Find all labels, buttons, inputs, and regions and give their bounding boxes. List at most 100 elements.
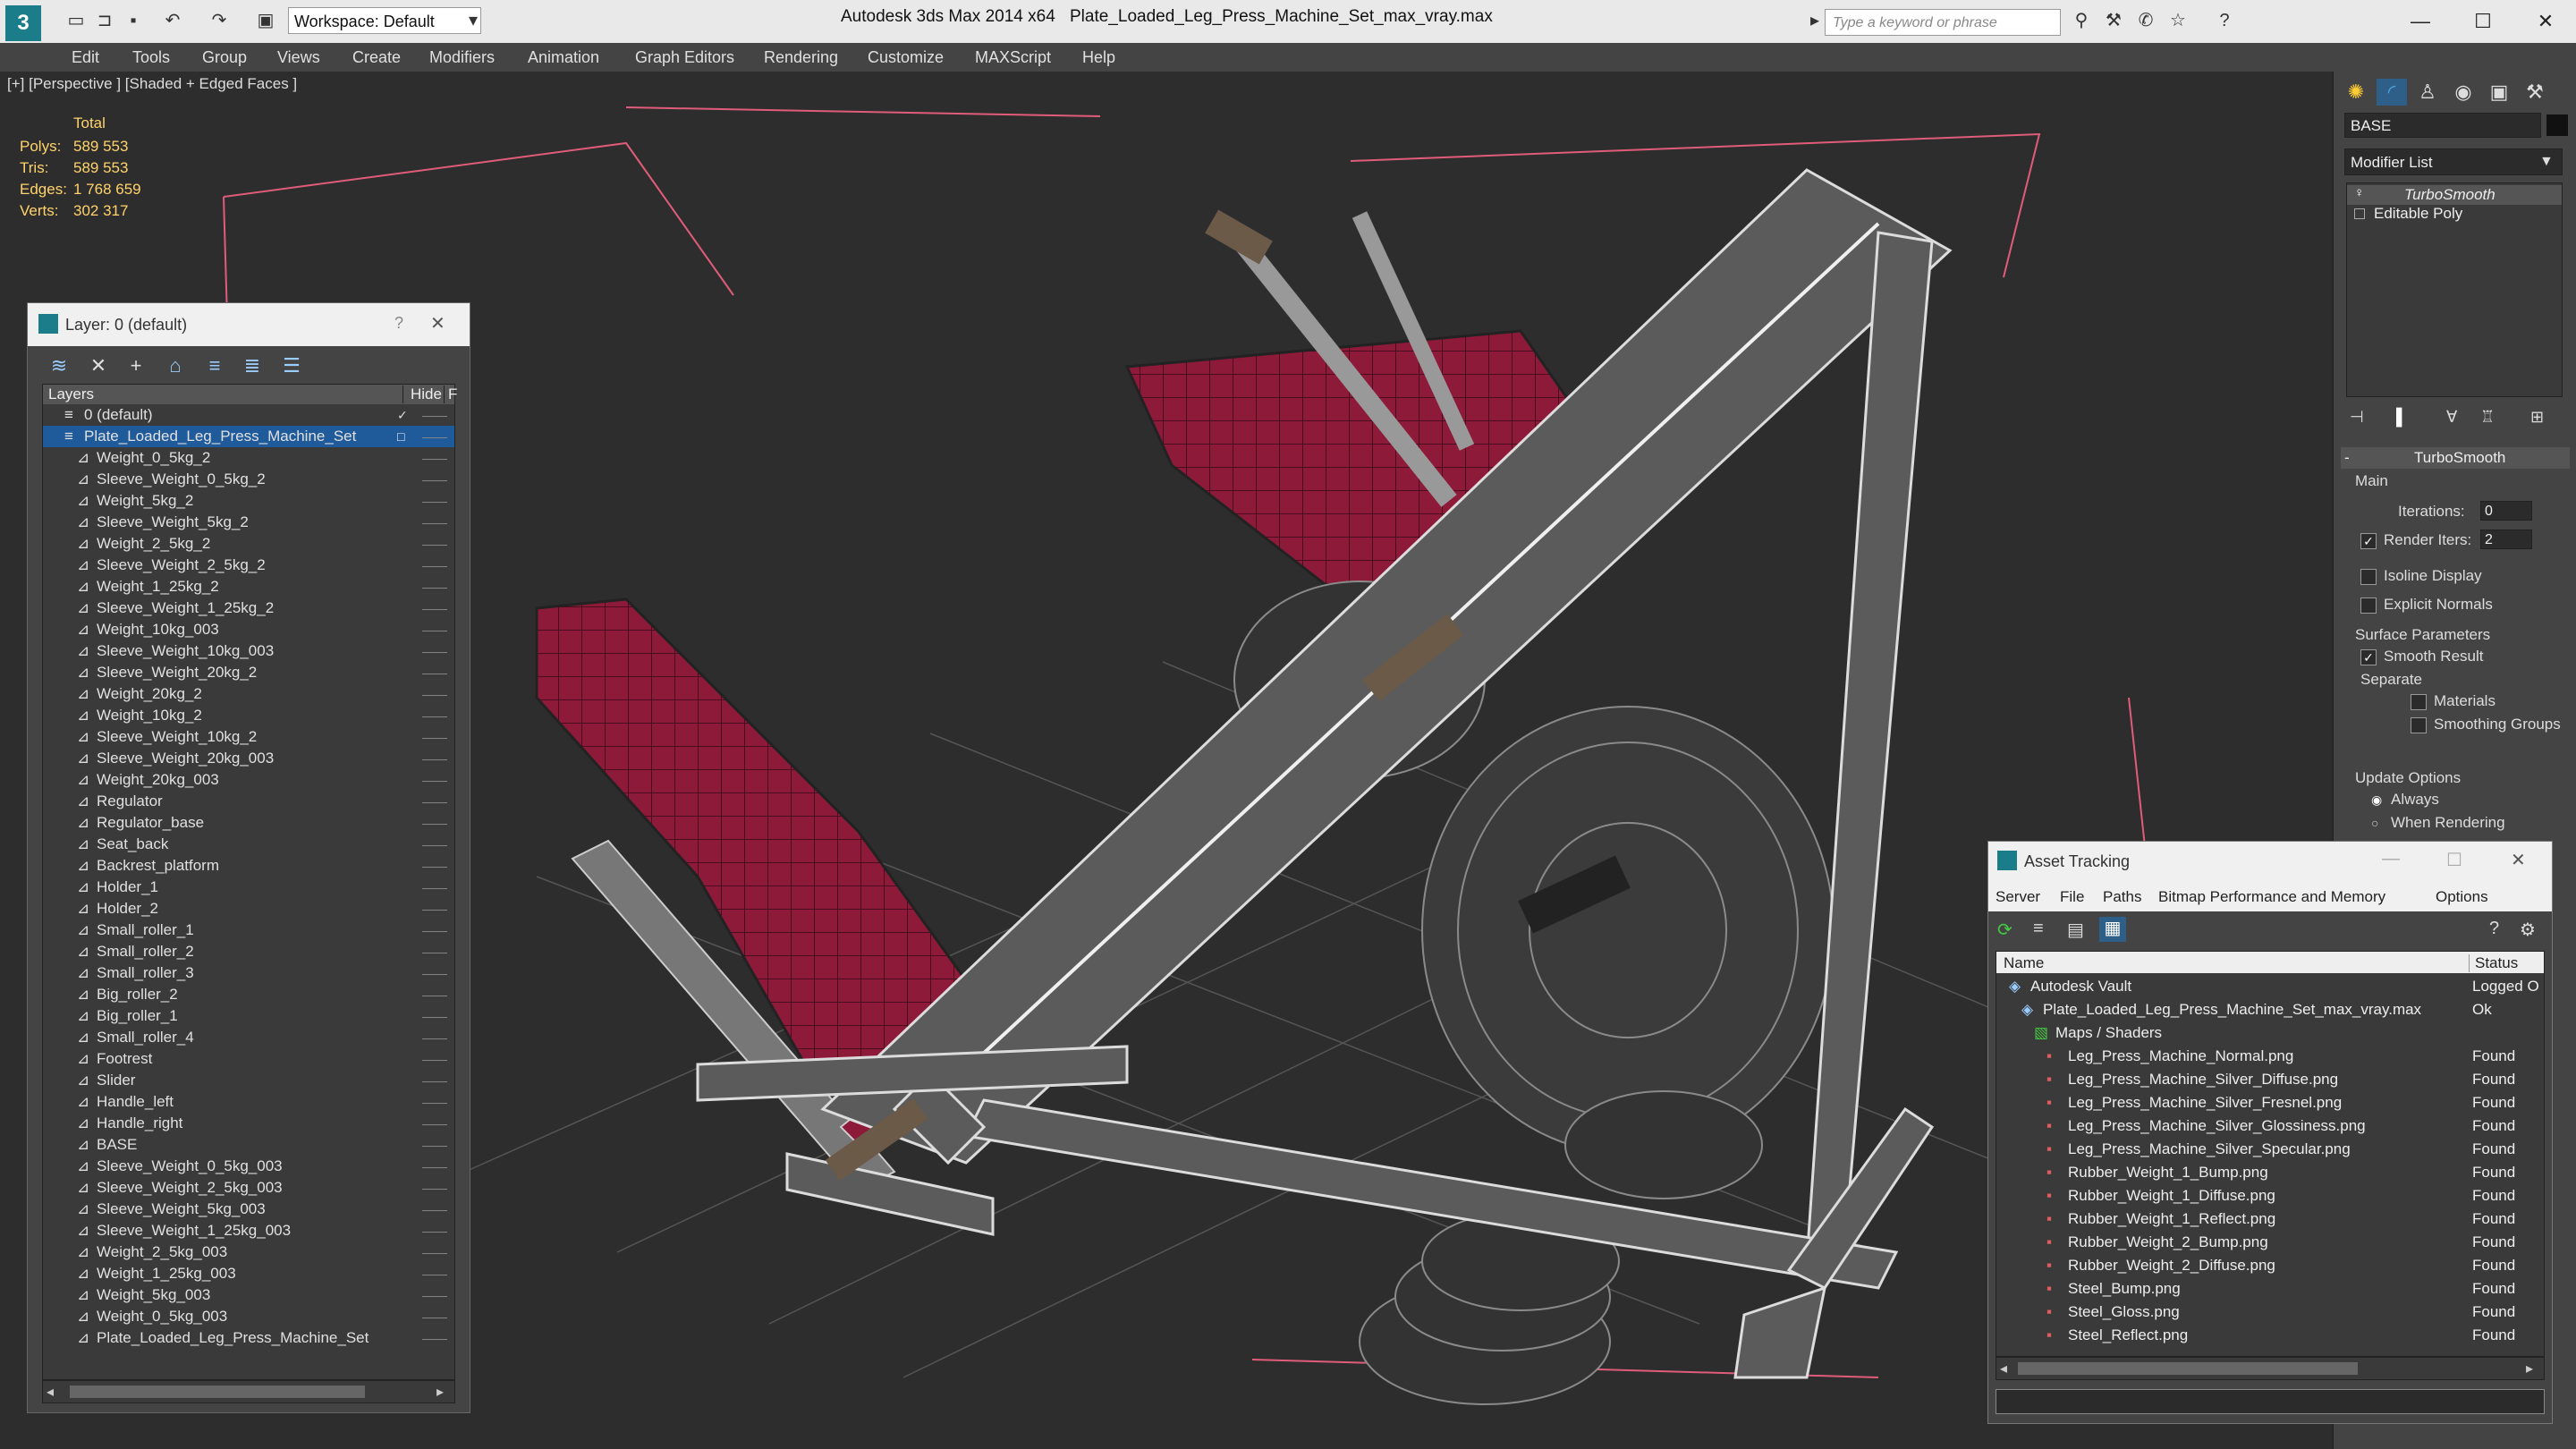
new-file-icon[interactable]: ▭ xyxy=(64,9,88,32)
maximize-icon[interactable]: ☐ xyxy=(2456,4,2510,39)
layer-object-row[interactable]: ⊿ Sleeve_Weight_10kg_003 —— xyxy=(43,640,454,662)
search-expand-icon[interactable]: ▸ xyxy=(1803,9,1826,32)
layer-object-row[interactable]: ⊿ Small_roller_3 —— xyxy=(43,962,454,984)
hide-toggle[interactable]: —— xyxy=(422,816,447,830)
scroll-thumb[interactable] xyxy=(70,1385,365,1398)
create-tab-icon[interactable]: ✺ xyxy=(2341,79,2371,106)
hide-toggle[interactable]: —— xyxy=(422,1202,447,1216)
hide-toggle[interactable]: —— xyxy=(422,773,447,787)
hide-toggle[interactable]: —— xyxy=(422,515,447,530)
hide-toggle[interactable]: —— xyxy=(422,859,447,873)
minimize-icon[interactable]: — xyxy=(2394,4,2447,39)
hide-toggle[interactable]: —— xyxy=(422,1309,447,1324)
asset-menu-file[interactable]: File xyxy=(2060,888,2084,906)
hide-toggle[interactable]: —— xyxy=(422,837,447,852)
asset-row[interactable]: ◈ Plate_Loaded_Leg_Press_Machine_Set_max_… xyxy=(1996,998,2544,1021)
minimize-icon[interactable]: — xyxy=(2382,849,2400,869)
menu-modifiers[interactable]: Modifiers xyxy=(429,43,495,72)
layer-object-row[interactable]: ⊿ Weight_10kg_003 —— xyxy=(43,619,454,640)
hide-toggle[interactable]: —— xyxy=(422,1288,447,1302)
asset-horizontal-scrollbar[interactable]: ◂ ▸ xyxy=(1996,1357,2545,1380)
project-folder-icon[interactable]: ▣ xyxy=(254,9,277,32)
pin-stack-icon[interactable]: ⊣ xyxy=(2350,408,2364,427)
make-unique-icon[interactable]: ∀ xyxy=(2446,408,2457,427)
freeze-column-header[interactable]: F xyxy=(444,386,457,403)
layer-object-row[interactable]: ⊿ Weight_1_25kg_2 —— xyxy=(43,576,454,597)
layer-object-row[interactable]: ⊿ Sleeve_Weight_5kg_2 —— xyxy=(43,512,454,533)
asset-row[interactable]: ▪ Rubber_Weight_2_Bump.png Found xyxy=(1996,1231,2544,1254)
layer-object-row[interactable]: ⊿ Small_roller_4 —— xyxy=(43,1027,454,1048)
app-logo-icon[interactable]: 3 xyxy=(5,5,41,41)
asset-row[interactable]: ▪ Leg_Press_Machine_Silver_Fresnel.png Fou… xyxy=(1996,1091,2544,1114)
iterations-spinner[interactable]: 0 xyxy=(2480,501,2532,521)
subscription-icon[interactable]: ⚒ xyxy=(2102,9,2125,32)
when-rendering-radio[interactable]: ○ xyxy=(2371,816,2378,830)
render-iters-spinner[interactable]: 2 xyxy=(2480,530,2532,549)
asset-row[interactable]: ▪ Rubber_Weight_1_Bump.png Found xyxy=(1996,1161,2544,1184)
layer-object-row[interactable]: ⊿ Slider —— xyxy=(43,1070,454,1091)
layer-object-row[interactable]: ⊿ Big_roller_2 —— xyxy=(43,984,454,1005)
remove-modifier-icon[interactable]: ♖ xyxy=(2480,408,2495,427)
layer-object-row[interactable]: ⊿ Weight_0_5kg_2 —— xyxy=(43,447,454,469)
hide-toggle[interactable]: —— xyxy=(422,730,447,744)
layer-object-row[interactable]: ⊿ Small_roller_2 —— xyxy=(43,941,454,962)
menu-create[interactable]: Create xyxy=(352,43,401,72)
hide-toggle[interactable]: —— xyxy=(422,1009,447,1023)
communication-icon[interactable]: ✆ xyxy=(2134,9,2157,32)
asset-menu-options[interactable]: Options xyxy=(2436,888,2488,906)
asset-menu-server[interactable]: Server xyxy=(1996,888,2040,906)
layer-object-row[interactable]: ⊿ Plate_Loaded_Leg_Press_Machine_Set —— xyxy=(43,1327,454,1349)
hide-toggle[interactable]: —— xyxy=(422,472,447,487)
layer-object-row[interactable]: ⊿ Sleeve_Weight_2_5kg_2 —— xyxy=(43,555,454,576)
hide-toggle[interactable]: —— xyxy=(422,644,447,658)
hide-toggle[interactable]: —— xyxy=(422,1245,447,1259)
layer-object-row[interactable]: ⊿ Weight_2_5kg_003 —— xyxy=(43,1241,454,1263)
collapse-icon[interactable]: - xyxy=(2344,449,2350,467)
expand-icon[interactable] xyxy=(2354,208,2365,219)
undo-icon[interactable]: ↶ xyxy=(161,9,184,32)
chevron-down-icon[interactable]: ▼ xyxy=(2539,154,2554,170)
layer-panel-titlebar[interactable]: Layer: 0 (default) ? ✕ xyxy=(28,303,470,346)
layer-object-row[interactable]: ⊿ Sleeve_Weight_20kg_003 —— xyxy=(43,748,454,769)
list-view-icon[interactable]: ≡ xyxy=(2033,919,2044,939)
asset-row[interactable]: ▪ Leg_Press_Machine_Normal.png Found xyxy=(1996,1045,2544,1068)
smoothing-groups-checkbox[interactable] xyxy=(2411,717,2427,733)
hide-toggle[interactable]: —— xyxy=(422,1116,447,1131)
layer-horizontal-scrollbar[interactable]: ◂ ▸ xyxy=(42,1380,455,1403)
save-file-icon[interactable]: ▪ xyxy=(122,9,145,32)
hide-toggle[interactable]: —— xyxy=(422,1267,447,1281)
display-tab-icon[interactable]: ▣ xyxy=(2484,79,2514,106)
layer-object-row[interactable]: ⊿ Sleeve_Weight_20kg_2 —— xyxy=(43,662,454,683)
workspace-dropdown[interactable]: Workspace: Default xyxy=(288,7,481,34)
viewport-label[interactable]: [+] [Perspective ] [Shaded + Edged Faces… xyxy=(7,75,297,93)
search-input[interactable]: Type a keyword or phrase xyxy=(1825,9,2061,36)
freeze-layer-icon[interactable]: ≣ xyxy=(239,353,266,378)
menu-help[interactable]: Help xyxy=(1082,43,1115,72)
layer-object-row[interactable]: ⊿ BASE —— xyxy=(43,1134,454,1156)
always-radio[interactable]: ◉ xyxy=(2371,792,2382,808)
hide-toggle[interactable]: —— xyxy=(422,1224,447,1238)
layer-object-row[interactable]: ⊿ Handle_left —— xyxy=(43,1091,454,1113)
layer-object-row[interactable]: ⊿ Handle_right —— xyxy=(43,1113,454,1134)
asset-row[interactable]: ◈ Autodesk Vault Logged O xyxy=(1996,975,2544,998)
hide-toggle[interactable]: —— xyxy=(422,880,447,894)
close-icon[interactable]: ✕ xyxy=(2519,4,2572,39)
object-name-field[interactable]: BASE xyxy=(2344,113,2541,138)
show-end-result-icon[interactable]: ▌ xyxy=(2396,408,2408,427)
maximize-icon[interactable]: ☐ xyxy=(2446,849,2462,871)
hide-toggle[interactable]: —— xyxy=(422,751,447,766)
layer-object-row[interactable]: ⊿ Holder_2 —— xyxy=(43,898,454,919)
layer-object-row[interactable]: ⊿ Sleeve_Weight_0_5kg_2 —— xyxy=(43,469,454,490)
asset-row[interactable]: ▪ Rubber_Weight_2_Diffuse.png Found xyxy=(1996,1254,2544,1277)
scroll-left-icon[interactable]: ◂ xyxy=(2000,1360,2007,1377)
layer-object-row[interactable]: ⊿ Weight_20kg_003 —— xyxy=(43,769,454,791)
layer-object-row[interactable]: ⊿ Small_roller_1 —— xyxy=(43,919,454,941)
layer-object-row[interactable]: ⊿ Weight_0_5kg_003 —— xyxy=(43,1306,454,1327)
layer-object-row[interactable]: ⊿ Footrest —— xyxy=(43,1048,454,1070)
detail-view-icon[interactable]: ▤ xyxy=(2067,919,2084,941)
configure-sets-icon[interactable]: ⊞ xyxy=(2530,408,2544,427)
asset-menu-bitmap[interactable]: Bitmap Performance and Memory xyxy=(2158,888,2385,906)
hide-toggle[interactable]: —— xyxy=(422,494,447,508)
scroll-thumb[interactable] xyxy=(2018,1362,2358,1375)
layer-object-row[interactable]: ⊿ Regulator_base —— xyxy=(43,812,454,834)
